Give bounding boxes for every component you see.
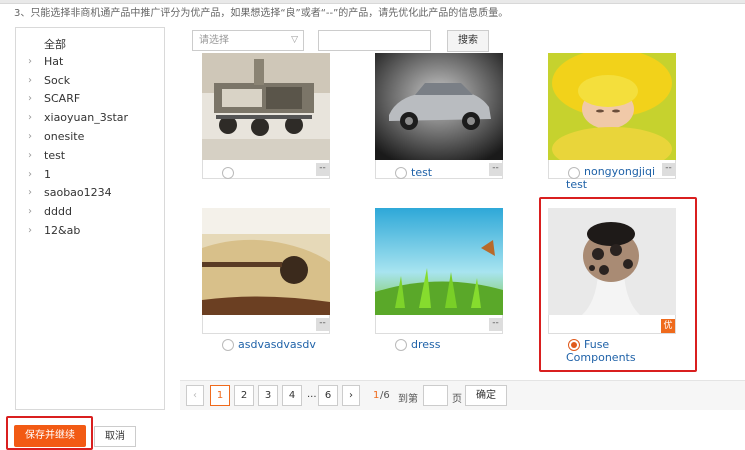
page-button[interactable]: 6 [318, 385, 338, 406]
save-highlight [6, 416, 93, 450]
category-item[interactable]: › saobao1234 [16, 184, 164, 203]
category-label: test [44, 148, 66, 162]
goto-prefix: 到第 [398, 394, 418, 405]
page-button[interactable]: 4 [282, 385, 302, 406]
category-label: SCARF [44, 92, 81, 106]
product-name[interactable]: test [411, 166, 432, 179]
chevron-right-icon[interactable]: › [16, 169, 44, 180]
category-label: 12&ab [44, 224, 81, 238]
product-radio[interactable] [222, 339, 234, 351]
chevron-right-icon[interactable]: › [16, 225, 44, 236]
search-button[interactable]: 搜索 [447, 30, 489, 52]
goto-suffix: 页 [452, 394, 462, 405]
selection-highlight [539, 197, 697, 372]
product-image[interactable] [375, 208, 503, 315]
product-image[interactable] [202, 208, 330, 315]
category-label: 1 [44, 167, 51, 181]
chevron-right-icon[interactable]: › [16, 187, 44, 198]
category-item[interactable]: › 1 [16, 165, 164, 184]
page-button[interactable]: 1 [210, 385, 230, 406]
score-badge: -- [489, 318, 502, 331]
search-input[interactable] [318, 30, 431, 51]
cancel-button[interactable]: 取消 [94, 426, 136, 447]
category-item[interactable]: › SCARF [16, 90, 164, 109]
category-label: saobao1234 [44, 186, 112, 200]
chevron-right-icon[interactable]: › [16, 150, 44, 161]
product-name[interactable]: nongyongjiqi test [566, 165, 676, 191]
score-badge: -- [316, 318, 329, 331]
category-all[interactable]: 全部 [44, 36, 66, 52]
notice-text: 3、只能选择非商机通产品中推广评分为优产品，如果想选择“良”或者“--”的产品，… [14, 8, 509, 19]
product-radio[interactable] [222, 167, 234, 179]
product-image[interactable] [202, 53, 330, 160]
category-item[interactable]: › xiaoyuan_3star [16, 108, 164, 127]
score-badge: -- [489, 163, 502, 176]
product-name[interactable]: dress [411, 338, 441, 351]
category-label: Sock [44, 73, 71, 87]
chevron-right-icon[interactable]: › [16, 131, 44, 142]
chevron-right-icon[interactable]: › [16, 206, 44, 217]
chevron-right-icon[interactable]: › [16, 56, 44, 67]
category-item[interactable]: › test [16, 146, 164, 165]
category-item[interactable]: › 12&ab [16, 221, 164, 240]
total-pages: /6 [380, 390, 390, 401]
chevron-right-icon[interactable]: › [16, 75, 44, 86]
category-label: onesite [44, 130, 85, 144]
category-label: dddd [44, 205, 72, 219]
category-item[interactable]: › Sock [16, 71, 164, 90]
product-image[interactable] [548, 53, 676, 160]
score-badge: -- [316, 163, 329, 176]
goto-page-input[interactable] [423, 385, 448, 406]
confirm-button[interactable]: 确定 [465, 385, 507, 406]
chevron-right-icon[interactable]: › [16, 93, 44, 104]
product-radio[interactable] [395, 339, 407, 351]
page-button[interactable]: 2 [234, 385, 254, 406]
next-page-button[interactable]: › [342, 385, 360, 406]
page-button[interactable]: 3 [258, 385, 278, 406]
select-placeholder: 请选择 [199, 35, 229, 46]
category-label: Hat [44, 54, 64, 68]
category-item[interactable]: › dddd [16, 202, 164, 221]
category-item[interactable]: › onesite [16, 127, 164, 146]
category-item[interactable]: › Hat [16, 52, 164, 71]
product-radio[interactable] [395, 167, 407, 179]
category-sidebar: 全部 › Hat › Sock › SCARF › xiaoyuan_3star › on… [15, 27, 165, 410]
category-list: › Hat › Sock › SCARF › xiaoyuan_3star › onesi… [16, 52, 164, 240]
product-image[interactable] [375, 53, 503, 160]
product-name[interactable]: asdvasdvasdv [238, 338, 316, 351]
chevron-right-icon[interactable]: › [16, 112, 44, 123]
chevron-down-icon: ▽ [291, 35, 298, 45]
prev-page-button[interactable]: ‹ [186, 385, 204, 406]
category-select[interactable]: 请选择 ▽ [192, 30, 304, 51]
page-ellipsis: ... [307, 389, 317, 400]
current-page-indicator: 1 [373, 390, 380, 401]
category-label: xiaoyuan_3star [44, 111, 129, 125]
